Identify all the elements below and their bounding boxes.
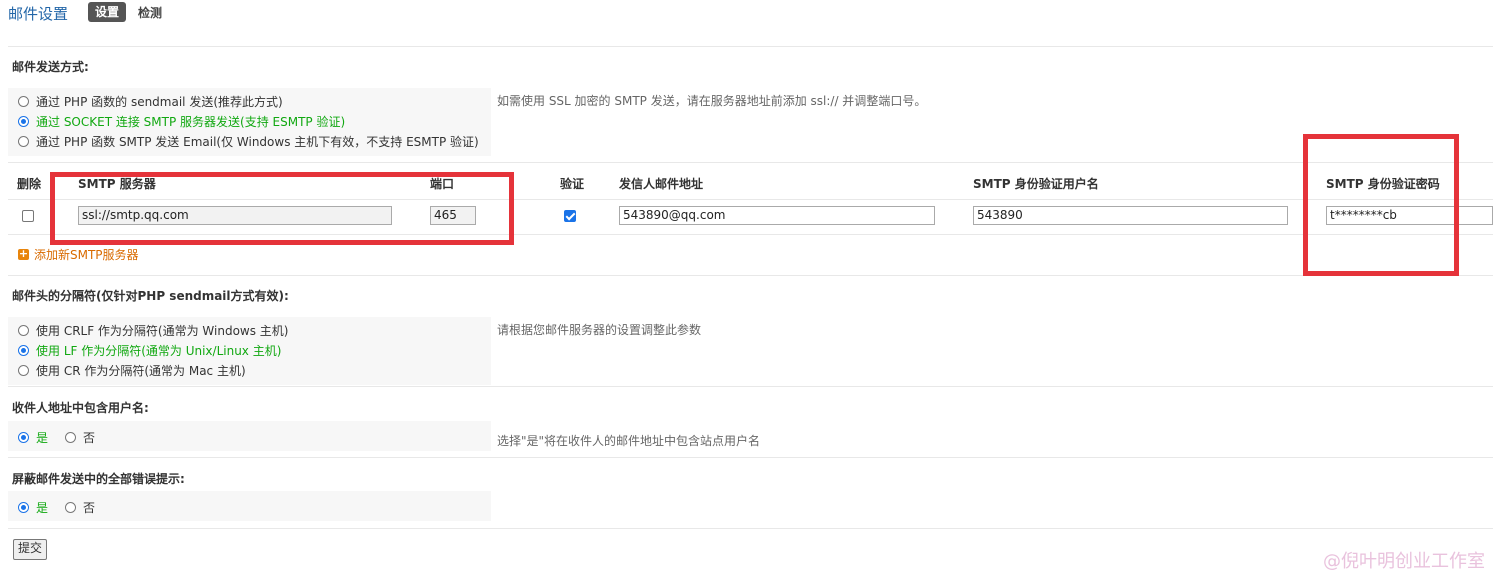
send-method-option-php-smtp[interactable]: 通过 PHP 函数 SMTP 发送 Email(仅 Windows 主机下有效，… xyxy=(18,133,479,150)
radio-button-selected[interactable] xyxy=(18,502,29,513)
divider xyxy=(8,528,1493,529)
submit-button[interactable]: 提交 xyxy=(13,539,48,560)
divider xyxy=(8,162,1493,163)
radio-button[interactable] xyxy=(18,325,29,336)
divider xyxy=(8,275,1493,276)
radio-button[interactable] xyxy=(18,365,29,376)
separator-option-cr[interactable]: 使用 CR 作为分隔符(通常为 Mac 主机) xyxy=(18,362,246,379)
include-username-title: 收件人地址中包含用户名: xyxy=(12,401,149,415)
silent-errors-yes[interactable]: 是 xyxy=(18,499,48,516)
plus-icon: + xyxy=(18,247,29,260)
separator-hint: 请根据您邮件服务器的设置调整此参数 xyxy=(497,323,702,337)
col-header-username: SMTP 身份验证用户名 xyxy=(973,177,1099,191)
send-method-option-socket[interactable]: 通过 SOCKET 连接 SMTP 服务器发送(支持 ESMTP 验证) xyxy=(18,113,345,130)
divider xyxy=(8,386,1493,387)
col-header-auth: 验证 xyxy=(560,177,585,191)
highlight-box-password xyxy=(1303,134,1459,276)
auth-username-input[interactable]: 543890 xyxy=(973,206,1288,225)
auth-checkbox[interactable] xyxy=(564,210,576,222)
send-method-title: 邮件发送方式: xyxy=(12,60,89,74)
separator-option-lf[interactable]: 使用 LF 作为分隔符(通常为 Unix/Linux 主机) xyxy=(18,342,281,359)
radio-button[interactable] xyxy=(18,136,29,147)
radio-button[interactable] xyxy=(65,432,76,443)
col-header-from: 发信人邮件地址 xyxy=(619,177,704,191)
watermark: @倪叶明创业工作室 xyxy=(1323,551,1485,572)
radio-button-selected[interactable] xyxy=(18,116,29,127)
tab-settings[interactable]: 设置 xyxy=(88,2,127,22)
radio-button[interactable] xyxy=(65,502,76,513)
silent-errors-no[interactable]: 否 xyxy=(65,499,95,516)
include-username-no[interactable]: 否 xyxy=(65,429,95,446)
silent-errors-title: 屏蔽邮件发送中的全部错误提示: xyxy=(12,472,185,486)
divider xyxy=(8,457,1493,458)
radio-button-selected[interactable] xyxy=(18,345,29,356)
tab-check[interactable]: 检测 xyxy=(138,4,162,21)
include-username-yes[interactable]: 是 xyxy=(18,429,48,446)
radio-button[interactable] xyxy=(18,96,29,107)
send-method-hint: 如需使用 SSL 加密的 SMTP 发送，请在服务器地址前添加 ssl:// 并… xyxy=(497,94,927,108)
radio-button-selected[interactable] xyxy=(18,432,29,443)
from-address-input[interactable]: 543890@qq.com xyxy=(619,206,935,225)
separator-title: 邮件头的分隔符(仅针对PHP sendmail方式有效): xyxy=(12,289,289,303)
add-smtp-server-link[interactable]: + 添加新SMTP服务器 xyxy=(18,246,139,263)
highlight-box-server-port xyxy=(50,172,514,245)
delete-checkbox[interactable] xyxy=(22,210,34,222)
send-method-option-sendmail[interactable]: 通过 PHP 函数的 sendmail 发送(推荐此方式) xyxy=(18,93,283,110)
separator-option-crlf[interactable]: 使用 CRLF 作为分隔符(通常为 Windows 主机) xyxy=(18,322,289,339)
col-header-delete: 删除 xyxy=(17,177,42,191)
page-title: 邮件设置 xyxy=(8,5,69,23)
include-username-hint: 选择"是"将在收件人的邮件地址中包含站点用户名 xyxy=(497,434,761,448)
divider xyxy=(8,46,1493,47)
